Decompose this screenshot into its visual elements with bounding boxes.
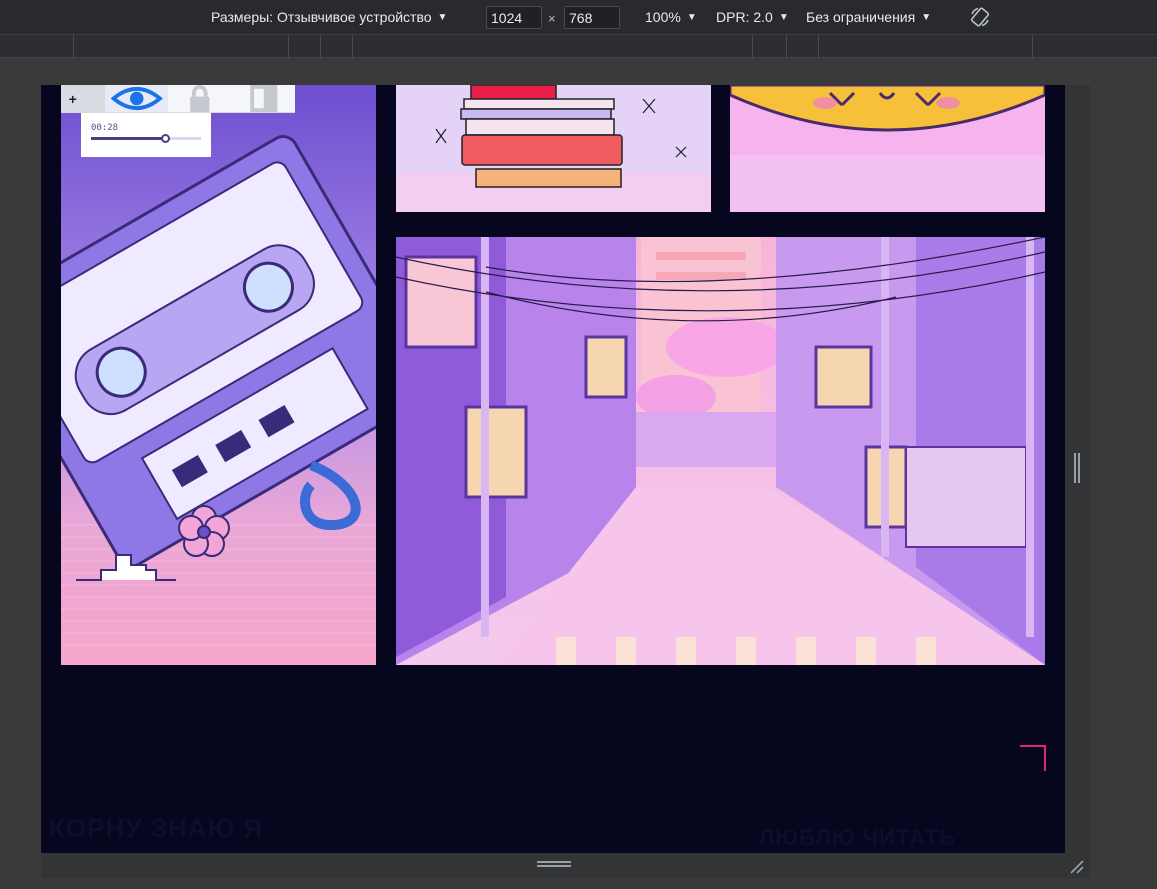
ruler-marker [786,35,787,59]
add-button[interactable]: + [61,85,105,112]
chevron-down-icon: ▼ [921,11,932,23]
ruler-marker [73,35,74,59]
grip-icon [537,861,571,867]
player-progress: 00:28 [81,113,211,157]
throttle-dropdown[interactable]: Без ограничения ▼ [806,9,931,25]
chevron-down-icon: ▼ [437,11,448,23]
cassette-artwork[interactable]: + 00:28 [61,85,376,665]
resize-corner-icon[interactable] [1068,858,1084,874]
device-toolbar: Размеры: Отзывчивое устройство ▼ × 100% … [0,0,1157,34]
zoom-dropdown[interactable]: 100% ▼ [645,9,697,25]
throttle-label: Без ограничения [806,9,916,25]
height-input[interactable] [564,6,620,29]
footer-right-text: ЛЮБЛЮ ЧИТАТЬ [759,825,956,850]
ruler-marker [1032,35,1033,59]
media-query-ruler[interactable] [0,34,1157,59]
dpr-label: DPR: 2.0 [716,9,773,25]
image-toolbar: + [61,85,295,113]
street-artwork[interactable] [396,237,1045,665]
eye-icon[interactable] [104,85,168,112]
lock-icon[interactable] [168,85,232,112]
contrast-icon[interactable] [232,85,296,112]
times-separator: × [548,11,556,26]
footer-left-text: КОРНУ ЗНАЮ Я [49,813,264,843]
ruler-marker [288,35,289,59]
progress-fill [91,137,165,140]
rotate-icon[interactable] [969,6,991,28]
ruler-marker [752,35,753,59]
dimensions-dropdown[interactable]: Размеры: Отзывчивое устройство ▼ [211,9,447,25]
books-artwork[interactable] [396,85,711,212]
resize-handle-bottom[interactable] [41,853,1090,878]
zoom-label: 100% [645,9,681,25]
dimensions-label: Размеры: Отзывчивое устройство [211,9,432,25]
dpr-dropdown[interactable]: DPR: 2.0 ▼ [716,9,789,25]
sun-face-artwork[interactable] [730,85,1045,212]
width-input[interactable] [486,6,542,29]
ruler-marker [818,35,819,59]
grip-icon [1074,453,1080,483]
emulated-viewport: + 00:28 КОРНУ ЗНАЮ Я ЛЮБЛЮ ЧИТАТЬ [41,85,1065,853]
progress-knob[interactable] [160,134,170,143]
resize-handle-right[interactable] [1065,85,1090,853]
chevron-down-icon: ▼ [778,11,789,23]
accent-corner [1020,745,1046,771]
ruler-marker [320,35,321,59]
ruler-marker [352,35,353,59]
progress-track[interactable] [91,134,201,143]
player-time: 00:28 [91,123,119,133]
chevron-down-icon: ▼ [686,11,697,23]
